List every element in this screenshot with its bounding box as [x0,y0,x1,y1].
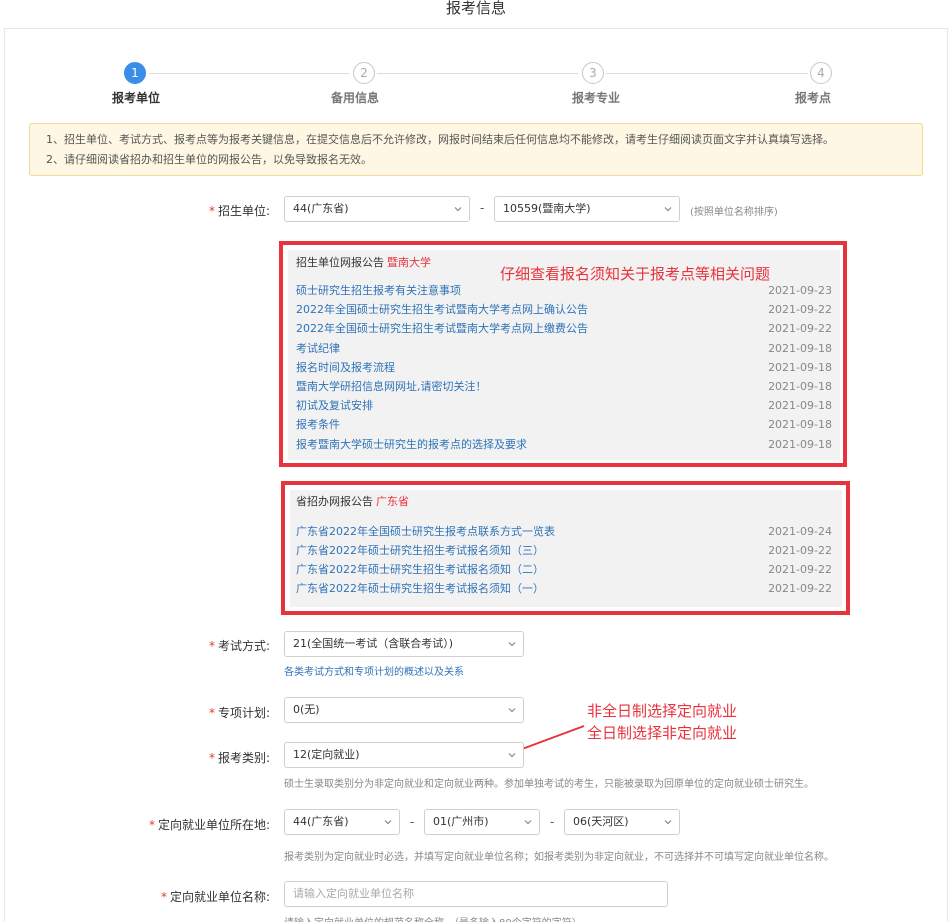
chevron-down-icon [524,820,532,825]
employer-city-select[interactable]: 01(广州市) [424,809,540,835]
province-announcement-title: 省招办网报公告 广东省 [296,495,409,508]
announcement-row[interactable]: 硕士研究生招生报考有关注意事项 2021-09-23 [296,281,832,300]
announcement-link[interactable]: 报考暨南大学硕士研究生的报考点的选择及要求 [296,435,527,454]
school-announcement-panel: 招生单位网报公告 暨南大学 仔细查看报名须知关于报考点等相关问题 硕士研究生招生报… [288,250,840,460]
announcement-row[interactable]: 报考条件 2021-09-18 [296,415,832,434]
announcement-row[interactable]: 初试及复试安排 2021-09-18 [296,396,832,415]
announcement-row[interactable]: 考试纪律 2021-09-18 [296,339,832,358]
announcement-row[interactable]: 暨南大学研招信息网网址,请密切关注！ 2021-09-18 [296,377,832,396]
separator-dash: - [480,201,485,215]
unit-school-select[interactable]: 10559(暨南大学) [494,196,680,222]
announcement-link[interactable]: 考试纪律 [296,339,340,358]
step-connector [149,73,349,74]
employer-name-label: * 定向就业单位名称: [160,890,270,904]
unit-province-select[interactable]: 44(广东省) [284,196,470,222]
announcement-date: 2021-09-18 [768,360,832,374]
employer-location-hint: 报考类别为定向就业时必选，并填写定向就业单位名称；如报考类别为非定向就业，不可选… [284,852,834,863]
step-3-label: 报考专业 [572,91,621,105]
page-title: 报考信息 [445,0,506,17]
category-hint: 硕士生录取类别分为非定向就业和定向就业两种。参加单独考试的考生，只能被录取为回原… [284,779,814,790]
step-1-label: 报考单位 [112,91,161,105]
separator-dash: - [550,815,555,829]
step-1-circle[interactable]: 1 [124,62,146,84]
step-3-circle[interactable]: 3 [582,62,604,84]
category-select[interactable]: 12(定向就业) [284,742,524,768]
special-plan-select[interactable]: 0(无) [284,697,524,723]
required-mark: * [208,706,215,720]
announcement-row[interactable]: 2022年全国硕士研究生招生考试暨南大学考点网上缴费公告 2021-09-22 [296,319,832,338]
required-mark: * [208,639,215,653]
announcement-date: 2021-09-22 [768,322,832,336]
notice-line-1: 1、招生单位、考试方式、报考点等为报考关键信息，在提交信息后不允许修改，网报时间… [46,133,834,146]
step-2-circle[interactable]: 2 [353,62,375,84]
employer-location-label: * 定向就业单位所在地: [148,818,270,832]
announcement-date: 2021-09-18 [768,341,832,355]
annotation-line-1: 非全日制选择定向就业 [587,702,738,720]
step-4-label: 报考点 [795,91,832,105]
province-announcement-panel: 省招办网报公告 广东省 广东省2022年全国硕士研究生报考点联系方式一览表 2021… [290,490,842,607]
announcement-row[interactable]: 广东省2022年硕士研究生招生考试报名须知（二） 2021-09-22 [296,560,832,579]
announcement-link[interactable]: 报考条件 [296,415,340,434]
announcement-row[interactable]: 报考暨南大学硕士研究生的报考点的选择及要求 2021-09-18 [296,435,832,454]
unit-label: * 招生单位: [208,204,270,218]
announcement-date: 2021-09-22 [768,563,832,576]
announcement-date: 2021-09-23 [768,284,832,297]
employer-district-select[interactable]: 06(天河区) [564,809,680,835]
chevron-down-icon [664,820,672,825]
step-connector [606,73,808,74]
announcement-link[interactable]: 初试及复试安排 [296,396,373,415]
step-2-label: 备用信息 [331,91,380,105]
announcement-date: 2021-09-18 [768,399,832,413]
notice-line-2: 2、请仔细阅读省招办和招生单位的网报公告，以免导致报名无效。 [46,153,372,166]
announcement-link[interactable]: 硕士研究生招生报考有关注意事项 [296,281,461,300]
category-label: * 报考类别: [208,751,270,765]
employer-name-hint: 请输入定向就业单位的规范名称全称。（最多输入80个字符的字符） [284,914,582,922]
unit-sort-hint: (按照单位名称排序) [690,207,778,218]
separator-dash: - [410,815,415,829]
chevron-down-icon [384,820,392,825]
announcement-date: 2021-09-18 [768,418,832,432]
chevron-down-icon [508,642,516,647]
employer-province-select[interactable]: 44(广东省) [284,809,400,835]
announcement-row[interactable]: 报名时间及报考流程 2021-09-18 [296,358,832,377]
required-mark: * [148,818,155,832]
announcement-row[interactable]: 广东省2022年硕士研究生招生考试报名须知（一） 2021-09-22 [296,579,832,598]
required-mark: * [160,890,167,904]
notice-box: 1、招生单位、考试方式、报考点等为报考关键信息，在提交信息后不允许修改，网报时间… [29,123,923,176]
announcement-date: 2021-09-24 [768,525,832,538]
chevron-down-icon [508,753,516,758]
chevron-down-icon [508,708,516,713]
employer-name-input[interactable]: 请输入定向就业单位名称 [284,881,668,907]
announcement-date: 2021-09-18 [768,437,832,451]
announcement-date: 2021-09-22 [768,582,832,595]
required-mark: * [208,751,215,765]
school-announcement-title: 招生单位网报公告 暨南大学 [296,256,431,269]
required-mark: * [208,204,215,218]
announcement-row[interactable]: 广东省2022年全国硕士研究生报考点联系方式一览表 2021-09-24 [296,522,832,541]
announcement-link[interactable]: 广东省2022年硕士研究生招生考试报名须知（三） [296,541,544,560]
announcement-link[interactable]: 广东省2022年硕士研究生招生考试报名须知（一） [296,579,544,598]
exam-method-overview-link[interactable]: 各类考试方式和专项计划的概述以及关系 [284,663,464,678]
announcement-link[interactable]: 报名时间及报考流程 [296,358,395,377]
announcement-row[interactable]: 广东省2022年硕士研究生招生考试报名须知（三） 2021-09-22 [296,541,832,560]
announcement-date: 2021-09-22 [768,303,832,317]
announcement-link[interactable]: 暨南大学研招信息网网址,请密切关注！ [296,377,487,396]
announcement-date: 2021-09-18 [768,380,832,393]
announcement-row[interactable]: 2022年全国硕士研究生招生考试暨南大学考点网上确认公告 2021-09-22 [296,300,832,319]
exam-method-select[interactable]: 21(全国统一考试（含联合考试）) [284,631,524,657]
chevron-down-icon [664,207,672,212]
step-connector [377,73,578,74]
exam-method-label: * 考试方式: [208,639,270,653]
announcement-date: 2021-09-22 [768,544,832,557]
announcement-link[interactable]: 2022年全国硕士研究生招生考试暨南大学考点网上缴费公告 [296,319,588,338]
announcement-link[interactable]: 广东省2022年硕士研究生招生考试报名须知（二） [296,560,544,579]
chevron-down-icon [454,207,462,212]
annotation-line-2: 全日制选择非定向就业 [587,724,738,742]
special-plan-label: * 专项计划: [208,706,270,720]
announcement-link[interactable]: 2022年全国硕士研究生招生考试暨南大学考点网上确认公告 [296,300,588,319]
announcement-link[interactable]: 广东省2022年全国硕士研究生报考点联系方式一览表 [296,522,555,541]
step-4-circle[interactable]: 4 [810,62,832,84]
